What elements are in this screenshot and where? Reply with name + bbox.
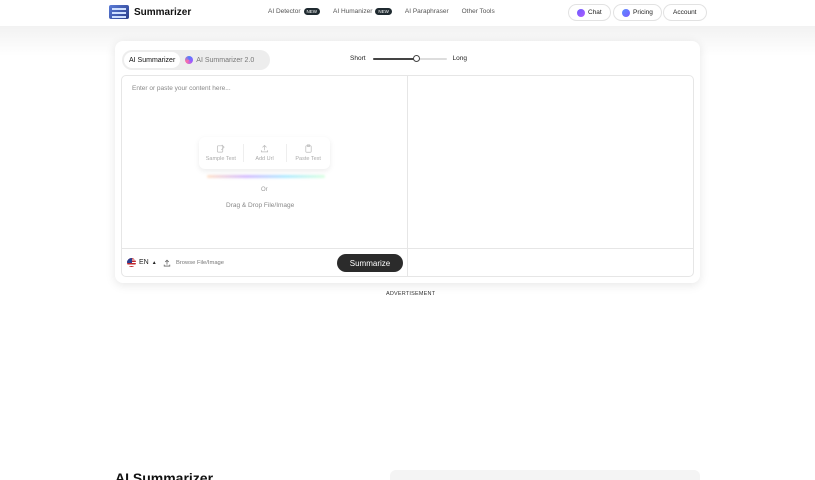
account-button[interactable]: Account bbox=[663, 4, 707, 21]
nav-ai-humanizer[interactable]: AI Humanizer NEW bbox=[333, 8, 392, 15]
slider-fill bbox=[372, 57, 417, 60]
or-separator: Or bbox=[261, 187, 268, 193]
language-selector[interactable]: EN ▲ bbox=[127, 258, 157, 267]
advertisement-label: ADVERTISEMENT bbox=[386, 291, 436, 297]
paste-text-button[interactable]: Paste Text bbox=[286, 137, 330, 169]
new-badge: NEW bbox=[375, 8, 392, 15]
mode-tabs: AI Summarizer AI Summarizer 2.0 bbox=[122, 50, 270, 70]
main-nav: AI Detector NEW AI Humanizer NEW AI Para… bbox=[268, 8, 495, 15]
tab-ai-summarizer-2[interactable]: AI Summarizer 2.0 bbox=[180, 52, 259, 68]
sparkle-icon bbox=[185, 56, 194, 64]
length-slider[interactable] bbox=[372, 54, 447, 62]
section-panel bbox=[390, 470, 700, 480]
chat-icon bbox=[577, 8, 585, 17]
summary-length-control: Short Long bbox=[350, 54, 468, 62]
sample-text-icon bbox=[217, 144, 225, 153]
us-flag-icon bbox=[127, 258, 136, 267]
pricing-button[interactable]: Pricing bbox=[613, 4, 662, 21]
summarizer-card: AI Summarizer AI Summarizer 2.0 Short Lo… bbox=[115, 41, 700, 283]
editor-area: Enter or paste your content here... Samp… bbox=[121, 75, 694, 277]
logo-text: Summarizer bbox=[134, 6, 192, 18]
chat-button[interactable]: Chat bbox=[568, 4, 611, 21]
browse-file-button[interactable]: Browse File/Image bbox=[163, 259, 224, 267]
nav-ai-detector[interactable]: AI Detector NEW bbox=[268, 8, 321, 15]
editor-divider bbox=[407, 76, 408, 276]
content-input[interactable]: Enter or paste your content here... bbox=[132, 85, 231, 92]
clipboard-icon bbox=[305, 144, 312, 153]
upload-icon bbox=[163, 259, 171, 267]
nav-other-tools[interactable]: Other Tools bbox=[462, 8, 495, 15]
logo[interactable]: Summarizer bbox=[109, 5, 191, 19]
top-header: Summarizer AI Detector NEW AI Humanizer … bbox=[0, 0, 815, 26]
long-label: Long bbox=[452, 55, 468, 62]
input-actions: Sample Text Add Url Paste Text bbox=[199, 137, 330, 169]
upload-icon bbox=[260, 144, 269, 153]
caret-up-icon: ▲ bbox=[151, 259, 157, 266]
gradient-glow bbox=[207, 175, 325, 178]
drop-zone-label[interactable]: Drag & Drop File/Image bbox=[226, 202, 294, 209]
logo-icon bbox=[109, 5, 129, 19]
section-title: AI Summarizer bbox=[115, 470, 214, 480]
crown-icon bbox=[622, 8, 630, 17]
add-url-button[interactable]: Add Url bbox=[242, 137, 287, 169]
nav-ai-paraphraser[interactable]: AI Paraphraser bbox=[405, 8, 449, 15]
sample-text-button[interactable]: Sample Text bbox=[199, 137, 243, 169]
footer-divider bbox=[122, 248, 693, 249]
short-label: Short bbox=[350, 55, 366, 62]
tab-ai-summarizer[interactable]: AI Summarizer bbox=[124, 52, 181, 68]
new-badge: NEW bbox=[303, 8, 321, 15]
slider-thumb[interactable] bbox=[413, 54, 421, 62]
summarize-button[interactable]: Summarize bbox=[337, 254, 403, 272]
